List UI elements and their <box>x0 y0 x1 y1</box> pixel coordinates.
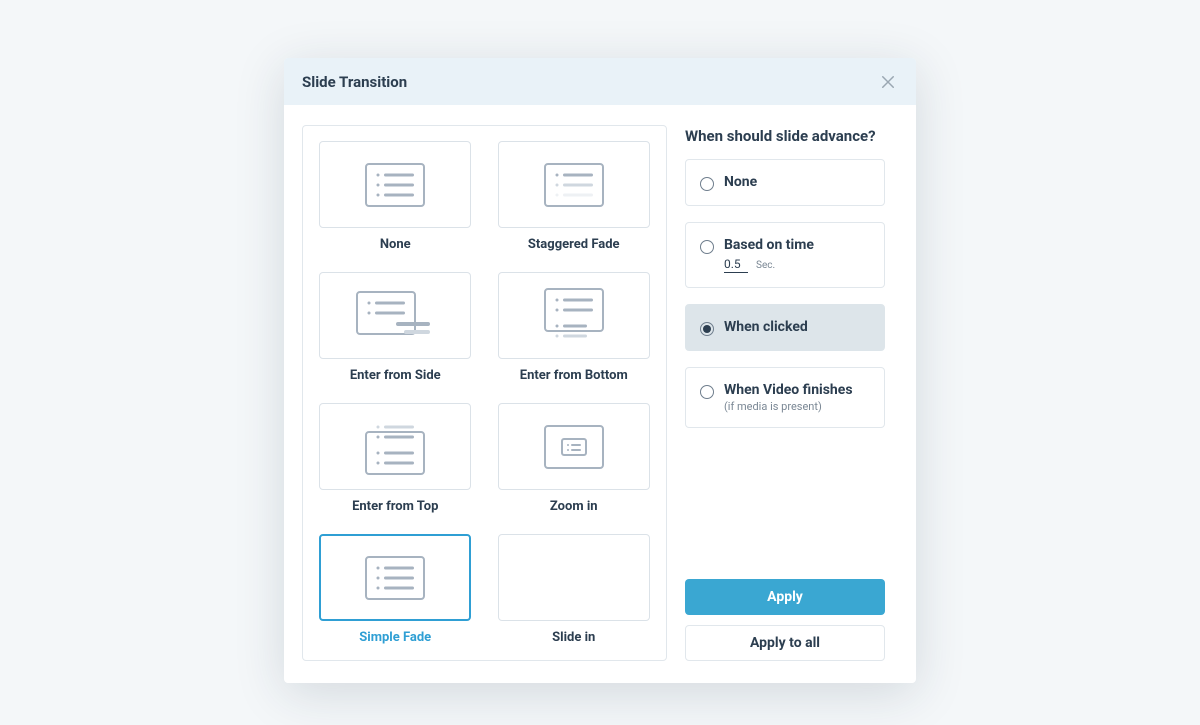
radio-icon <box>700 240 714 254</box>
transitions-panel: None Staggered Fade <box>302 125 667 661</box>
transition-simple-fade[interactable]: Simple Fade <box>318 534 473 645</box>
advance-panel: When should slide advance? None Based on… <box>685 125 885 661</box>
transition-label: Zoom in <box>550 499 598 514</box>
zoom-in-icon <box>544 425 604 469</box>
transition-tile[interactable] <box>319 534 471 621</box>
dialog-header: Slide Transition <box>284 58 916 105</box>
option-label: When Video finishes <box>724 382 853 398</box>
advance-option-time[interactable]: Based on time 0.5 Sec. <box>685 222 885 288</box>
advance-title: When should slide advance? <box>685 127 885 145</box>
transition-slide-in[interactable]: Slide in <box>497 534 652 645</box>
transition-staggered-fade[interactable]: Staggered Fade <box>497 141 652 252</box>
enter-bottom-icon <box>544 288 604 344</box>
transition-enter-from-bottom[interactable]: Enter from Bottom <box>497 272 652 383</box>
transition-label: Simple Fade <box>359 630 431 645</box>
transition-label: Staggered Fade <box>528 237 620 252</box>
advance-option-click[interactable]: When clicked <box>685 304 885 351</box>
transition-tile[interactable] <box>319 272 471 359</box>
transition-label: Enter from Bottom <box>520 368 628 383</box>
simple-fade-icon <box>365 556 425 600</box>
dialog-body: None Staggered Fade <box>284 105 916 683</box>
transition-none[interactable]: None <box>318 141 473 252</box>
option-label: When clicked <box>724 319 808 335</box>
advance-option-video[interactable]: When Video finishes (if media is present… <box>685 367 885 428</box>
close-button[interactable] <box>878 72 898 92</box>
transition-zoom-in[interactable]: Zoom in <box>497 403 652 514</box>
dialog-title: Slide Transition <box>302 73 407 91</box>
option-label: Based on time <box>724 237 814 253</box>
transition-label: Enter from Top <box>352 499 438 514</box>
transition-enter-from-side[interactable]: Enter from Side <box>318 272 473 383</box>
apply-to-all-button[interactable]: Apply to all <box>685 625 885 661</box>
enter-side-icon <box>356 291 434 341</box>
close-icon <box>879 73 897 91</box>
list-card-icon <box>365 163 425 207</box>
time-value-input[interactable]: 0.5 <box>724 257 748 273</box>
radio-icon <box>700 177 714 191</box>
transition-label: None <box>380 237 411 252</box>
transition-label: Slide in <box>552 630 595 645</box>
transition-enter-from-top[interactable]: Enter from Top <box>318 403 473 514</box>
option-label: None <box>724 174 757 190</box>
apply-button[interactable]: Apply <box>685 579 885 615</box>
slide-transition-dialog: Slide Transition <box>284 58 916 683</box>
radio-icon <box>700 385 714 399</box>
time-row: 0.5 Sec. <box>724 257 814 273</box>
transition-tile[interactable] <box>319 403 471 490</box>
option-sublabel: (if media is present) <box>724 400 853 413</box>
transition-tile[interactable] <box>498 272 650 359</box>
transition-label: Enter from Side <box>350 368 441 383</box>
transition-tile[interactable] <box>319 141 471 228</box>
advance-option-none[interactable]: None <box>685 159 885 206</box>
transition-tile[interactable] <box>498 534 650 621</box>
transition-tile[interactable] <box>498 141 650 228</box>
transitions-grid: None Staggered Fade <box>318 141 651 645</box>
time-unit-label: Sec. <box>756 260 775 271</box>
staggered-fade-icon <box>544 163 604 207</box>
enter-top-icon <box>365 419 425 475</box>
transition-tile[interactable] <box>498 403 650 490</box>
radio-icon <box>700 322 714 336</box>
slide-in-icon <box>544 556 604 600</box>
